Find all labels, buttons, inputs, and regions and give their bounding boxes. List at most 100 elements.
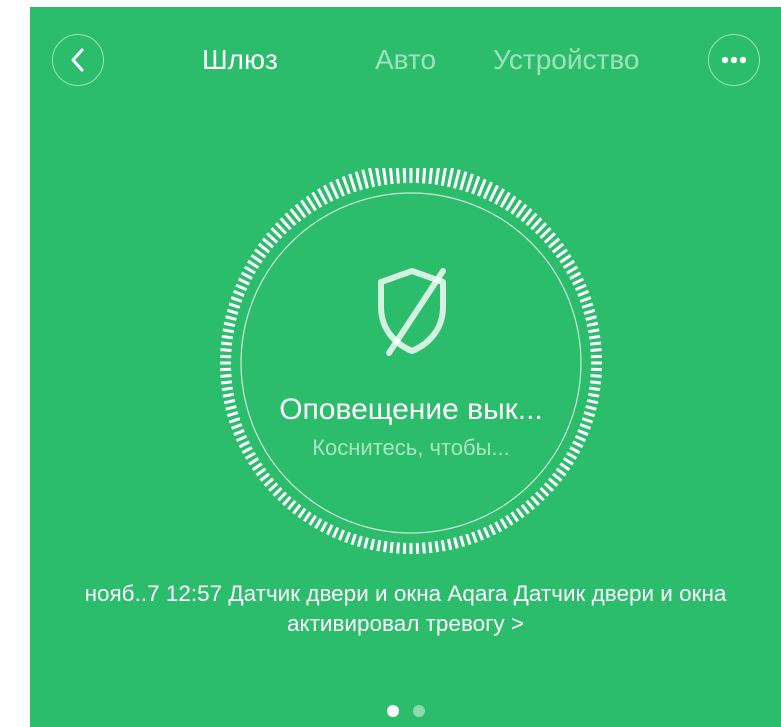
dial-tick	[555, 467, 567, 477]
dial-tick	[543, 232, 556, 244]
dial-tick	[356, 535, 363, 548]
dial-tick	[422, 168, 427, 184]
dial-tick	[494, 521, 502, 533]
dial-tick	[382, 168, 388, 185]
dial-tick	[590, 374, 602, 378]
dial-tick	[220, 374, 232, 378]
dial-tick	[263, 477, 275, 487]
dial-tick	[562, 259, 575, 269]
dial-tick	[223, 321, 236, 328]
dial-tick	[428, 168, 434, 185]
dial-tick	[237, 277, 250, 286]
dial-tick	[471, 531, 478, 543]
tab-gateway[interactable]: Шлюз	[202, 43, 278, 77]
alarm-log-entry[interactable]: нояб..7 12:57 Датчик двери и окна Aqara …	[50, 579, 761, 639]
dial-tick	[320, 521, 328, 533]
dial-tick	[287, 499, 297, 511]
dial-tick	[415, 168, 420, 184]
dial-tick	[559, 462, 571, 472]
dial-tick	[369, 538, 376, 551]
dial-tick	[465, 173, 474, 193]
dial-tick	[446, 538, 453, 551]
dial-tick	[250, 254, 263, 264]
dial-tick	[589, 380, 602, 385]
dial-tick	[586, 321, 599, 328]
dial-ring	[220, 168, 602, 554]
dial-tick	[510, 511, 520, 523]
dial-tick	[428, 541, 433, 554]
dial-tick	[477, 529, 484, 541]
dial-tick	[581, 302, 594, 309]
dial-tick	[465, 533, 472, 546]
dial-tick	[268, 482, 279, 492]
dial-tick	[350, 533, 357, 546]
dial-tick	[446, 168, 454, 188]
more-button[interactable]	[708, 34, 760, 86]
dial-tick	[232, 289, 245, 297]
dial-tick	[440, 168, 447, 186]
dial-tick	[389, 541, 394, 554]
dial-tick	[395, 168, 400, 184]
dial-tick	[539, 486, 550, 497]
dial-tick	[331, 526, 340, 539]
dial-tick	[259, 472, 271, 482]
dial-tick	[297, 507, 307, 519]
dial-tick	[375, 168, 382, 186]
dial-tick	[251, 462, 263, 472]
dial-tick	[577, 289, 590, 297]
dial-tick	[477, 178, 487, 197]
dial-tick	[254, 248, 267, 259]
dial-tick	[520, 503, 530, 515]
dial-tick	[363, 537, 369, 549]
dial-tick	[302, 511, 312, 523]
dial-tick	[396, 542, 400, 554]
dial-tick	[551, 242, 565, 254]
dial-tick	[261, 237, 275, 249]
gateway-screen: Шлюз Авто Устройство Оповещение вык... К…	[30, 7, 781, 727]
dial-tick	[459, 535, 466, 548]
page-dot-1	[386, 705, 399, 717]
dial-tick	[534, 491, 545, 502]
dial-tick	[471, 175, 481, 195]
chevron-left-icon	[71, 48, 84, 72]
dial-tick	[226, 308, 239, 315]
dial-tick	[579, 296, 592, 303]
dial-tick	[274, 222, 288, 235]
dial-tick	[402, 168, 407, 184]
back-button[interactable]	[52, 34, 104, 86]
dial-tick	[482, 526, 491, 539]
dial-tick	[530, 495, 540, 506]
tab-device[interactable]: Устройство	[493, 43, 639, 77]
dial-tick	[559, 254, 572, 264]
dial-tick	[255, 467, 267, 477]
dial-tick	[314, 518, 323, 530]
dial-tick	[585, 315, 597, 321]
dial-tick	[534, 222, 548, 235]
dial-tick	[589, 386, 601, 392]
dial-tick	[243, 265, 256, 275]
dial-tick	[588, 328, 600, 334]
dial-tick	[453, 537, 459, 549]
dial-tick	[515, 507, 525, 519]
dial-tick	[272, 486, 283, 497]
dial-tick	[505, 514, 514, 526]
dial-tick	[434, 541, 440, 553]
tab-auto[interactable]: Авто	[375, 43, 436, 77]
dial-tick	[376, 540, 382, 552]
dial-tick	[221, 386, 233, 392]
dial-tick	[422, 542, 426, 554]
dial-tick	[344, 531, 351, 543]
dial-tick	[589, 341, 602, 346]
dial-tick	[434, 168, 440, 185]
alarm-toggle-dial[interactable]: Оповещение вык... Коснитесь, чтобы...	[216, 168, 606, 558]
dial-tick	[292, 503, 302, 515]
dial-tick	[282, 495, 292, 506]
dial-tick	[240, 271, 253, 280]
dial-tick	[482, 181, 493, 200]
page-indicator	[30, 705, 781, 717]
page-dot-2	[412, 705, 425, 717]
dial-tick	[382, 541, 388, 553]
dial-tick	[572, 277, 585, 286]
dial-tick	[574, 283, 587, 292]
dial-tick	[440, 540, 446, 552]
